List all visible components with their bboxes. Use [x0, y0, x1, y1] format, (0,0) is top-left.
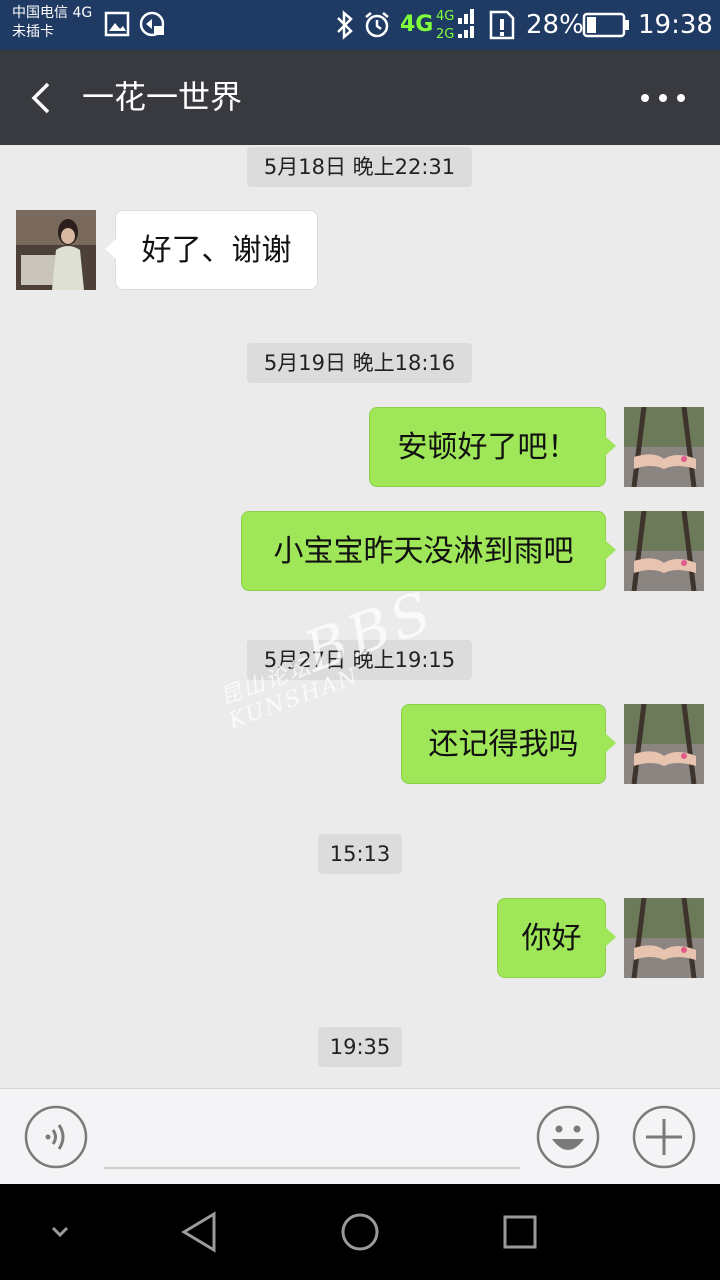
recents-square-icon[interactable] [494, 1206, 546, 1258]
emoji-icon[interactable] [536, 1105, 600, 1169]
my-avatar[interactable] [624, 704, 704, 784]
carrier-name: 中国电信 4G [12, 5, 93, 21]
collapse-icon[interactable] [34, 1206, 86, 1258]
back-triangle-icon[interactable] [174, 1206, 226, 1258]
timestamp: 15:13 [318, 834, 402, 874]
system-nav-bar [0, 1184, 720, 1280]
message-bubble-sent[interactable]: 你好 [497, 898, 616, 978]
input-bar [0, 1088, 720, 1184]
my-avatar[interactable] [624, 407, 704, 487]
sim-status: 未插卡 [12, 24, 54, 40]
svg-text:4G: 4G [436, 9, 454, 24]
bluetooth-icon [337, 10, 353, 40]
plus-icon[interactable] [632, 1105, 696, 1169]
battery-percent: 28% [526, 10, 584, 40]
chevron-left-icon[interactable] [22, 78, 62, 118]
more-dots-icon[interactable] [640, 90, 686, 106]
sync-icon [139, 11, 165, 37]
battery-icon [582, 12, 629, 38]
carrier-info: 中国电信 4G 未插卡 [12, 4, 92, 42]
signal-icon: 4G2G [436, 9, 474, 42]
voice-icon[interactable] [24, 1105, 88, 1169]
chat-title: 一花一世界 [82, 78, 243, 116]
message-bubble-sent[interactable]: 还记得我吗 [401, 704, 616, 784]
network-type: 4G [400, 12, 434, 37]
alarm-icon [365, 12, 389, 38]
timestamp: 19:35 [318, 1027, 402, 1067]
message-bubble-received[interactable]: 好了、谢谢 [105, 210, 318, 290]
chat-header: 一花一世界 [0, 50, 720, 145]
home-circle-icon[interactable] [334, 1206, 386, 1258]
my-avatar[interactable] [624, 511, 704, 591]
my-avatar[interactable] [624, 898, 704, 978]
status-bar: 中国电信 4G 未插卡 4G 4G 2G 28% 19:38 [0, 0, 720, 50]
timestamp: 5月18日 晚上22:31 [247, 147, 472, 187]
sim-icon [489, 10, 515, 40]
contact-avatar[interactable] [16, 210, 96, 290]
timestamp: 5月19日 晚上18:16 [247, 343, 472, 383]
message-input[interactable] [104, 1167, 520, 1169]
svg-text:2G: 2G [436, 27, 454, 42]
image-icon [104, 11, 130, 37]
clock: 19:38 [638, 10, 713, 40]
message-bubble-sent[interactable]: 安顿好了吧！ [369, 407, 616, 487]
